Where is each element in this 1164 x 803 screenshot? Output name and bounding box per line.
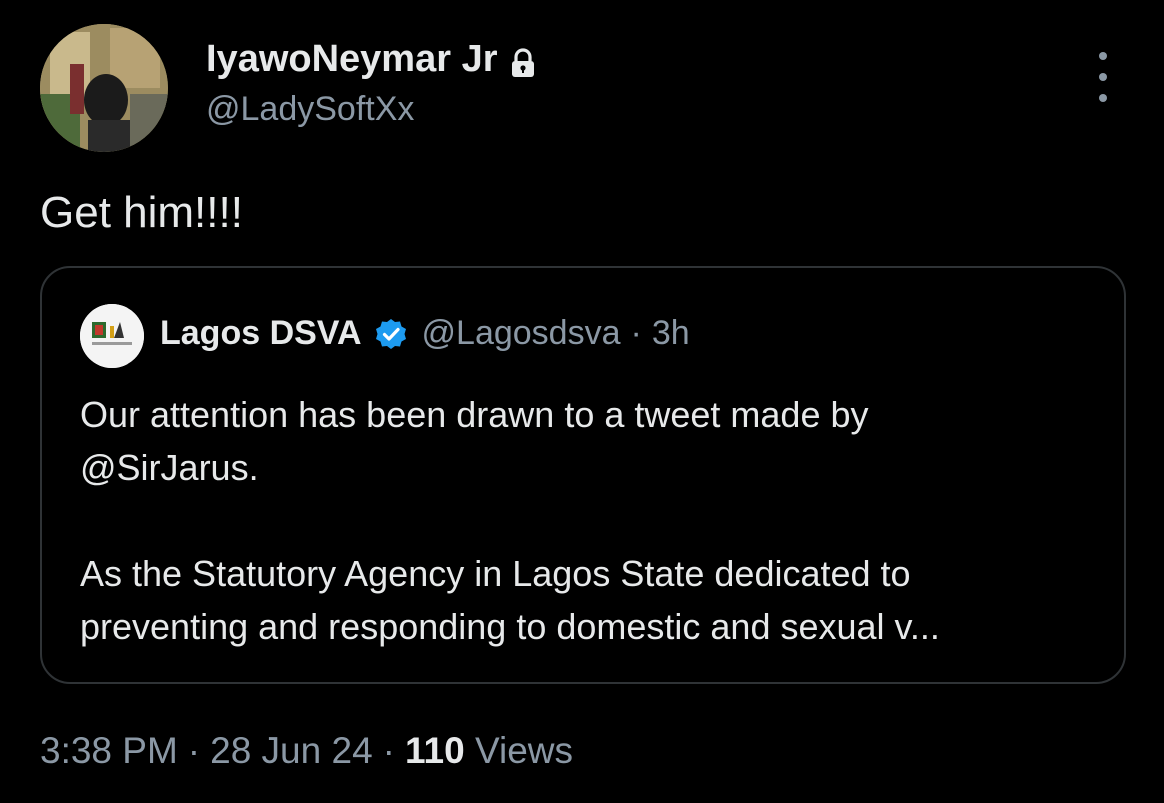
author-display-name[interactable]: IyawoNeymar Jr [206, 38, 498, 81]
quoted-tweet-body: Our attention has been drawn to a tweet … [80, 388, 1090, 653]
views-count[interactable]: 110 [405, 730, 465, 771]
quoted-tweet-time[interactable]: 3h [652, 314, 690, 353]
author-name-row[interactable]: IyawoNeymar Jr [206, 38, 536, 81]
dot-separator: · [187, 730, 201, 771]
more-dot [1099, 52, 1107, 60]
verified-badge-icon [374, 317, 408, 351]
quoted-tweet-card[interactable]: Lagos DSVA @Lagosdsva · 3h Our attention… [40, 266, 1126, 684]
tweet-time[interactable]: 3:38 PM [40, 730, 178, 771]
quoted-author-name[interactable]: Lagos DSVA [160, 314, 362, 353]
more-options-icon[interactable] [1090, 52, 1116, 102]
dot-separator: · [382, 730, 395, 771]
quoted-tweet-header: Lagos DSVA @Lagosdsva · 3h [160, 314, 690, 353]
more-dot [1099, 73, 1107, 81]
mention-link: @SirJarus. [80, 447, 259, 488]
views-label[interactable]: Views [475, 730, 573, 771]
quoted-text-line: preventing and responding to domestic an… [80, 606, 940, 647]
quoted-text-line: Our attention has been drawn to a tweet … [80, 394, 869, 435]
tweet-meta: 3:38 PM · 28 Jun 24 · 110 Views [40, 730, 573, 772]
quoted-text-line: As the Statutory Agency in Lagos State d… [80, 553, 911, 594]
quoted-author-handle[interactable]: @Lagosdsva [422, 314, 621, 353]
tweet-date[interactable]: 28 Jun 24 [210, 730, 373, 771]
more-dot [1099, 94, 1107, 102]
quoted-author-avatar[interactable] [80, 304, 144, 368]
author-handle[interactable]: @LadySoftXx [206, 90, 414, 129]
author-avatar[interactable] [40, 24, 168, 152]
dot-separator: · [630, 314, 642, 352]
lock-icon [510, 45, 536, 77]
tweet-text: Get him!!!! [40, 188, 243, 237]
